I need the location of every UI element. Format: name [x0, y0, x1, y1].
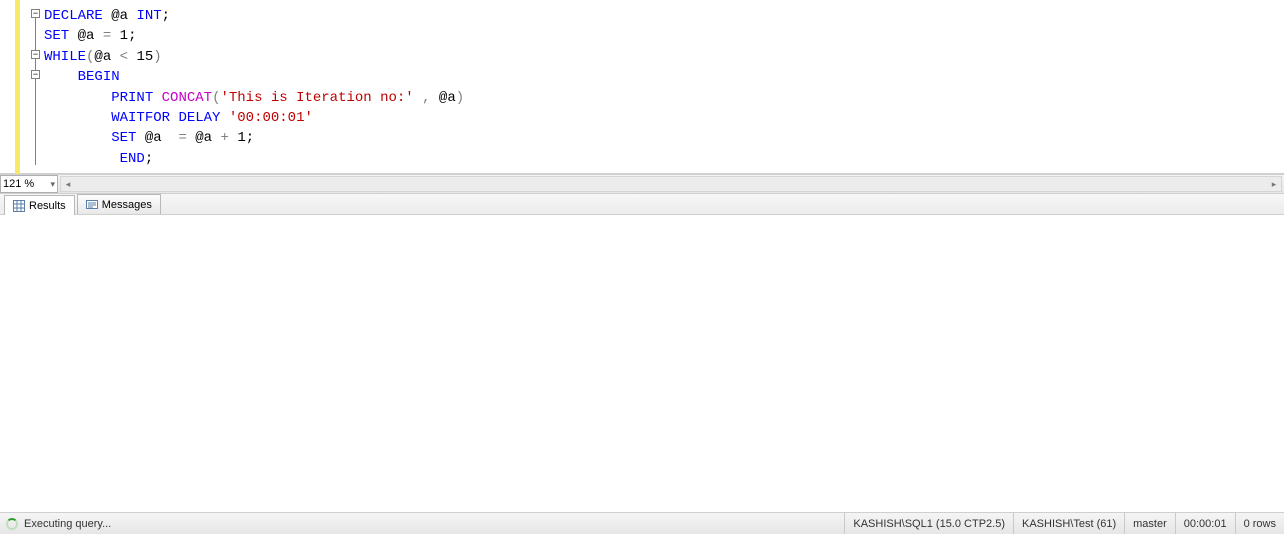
status-rows: 0 rows: [1235, 513, 1284, 534]
status-message: Executing query...: [24, 518, 111, 530]
zoom-select[interactable]: 121 % ▾: [0, 175, 58, 193]
fold-toggle[interactable]: −: [31, 50, 40, 59]
code-line[interactable]: END;: [44, 149, 1280, 169]
code-line[interactable]: WHILE(@a < 15): [44, 47, 1280, 67]
tab-messages-label: Messages: [102, 199, 152, 211]
status-server: KASHISH\SQL1 (15.0 CTP2.5): [844, 513, 1013, 534]
status-database: master: [1124, 513, 1175, 534]
fold-toggle[interactable]: −: [31, 70, 40, 79]
grid-icon: [13, 200, 25, 212]
status-login: KASHISH\Test (61): [1013, 513, 1124, 534]
code-line[interactable]: PRINT CONCAT('This is Iteration no:' , @…: [44, 88, 1280, 108]
results-panel: [0, 215, 1284, 512]
code-line[interactable]: DECLARE @a INT;: [44, 6, 1280, 26]
code-area[interactable]: DECLARE @a INT;SET @a = 1;WHILE(@a < 15)…: [44, 6, 1280, 169]
status-bar: Executing query... KASHISH\SQL1 (15.0 CT…: [0, 512, 1284, 534]
results-tabs: Results Messages: [0, 194, 1284, 215]
tab-messages[interactable]: Messages: [77, 194, 161, 214]
fold-toggle[interactable]: −: [31, 9, 40, 18]
tab-results[interactable]: Results: [4, 195, 75, 215]
code-line[interactable]: SET @a = 1;: [44, 26, 1280, 46]
zoom-bar: 121 % ▾ ◂ ▸: [0, 174, 1284, 194]
sql-editor[interactable]: − − − DECLARE @a INT;SET @a = 1;WHILE(@a <…: [0, 0, 1284, 174]
chevron-down-icon: ▾: [50, 179, 55, 190]
fold-gutter: − − −: [31, 0, 42, 174]
zoom-value: 121 %: [3, 178, 34, 190]
code-line[interactable]: SET @a = @a + 1;: [44, 128, 1280, 148]
scroll-right-arrow-icon[interactable]: ▸: [1267, 177, 1281, 191]
status-elapsed: 00:00:01: [1175, 513, 1235, 534]
messages-icon: [86, 199, 98, 211]
code-line[interactable]: BEGIN: [44, 67, 1280, 87]
spinner-icon: [6, 518, 18, 530]
tab-results-label: Results: [29, 200, 66, 212]
change-marker: [15, 0, 20, 174]
horizontal-scrollbar[interactable]: ◂ ▸: [60, 176, 1282, 192]
scroll-left-arrow-icon[interactable]: ◂: [61, 177, 75, 191]
code-line[interactable]: WAITFOR DELAY '00:00:01': [44, 108, 1280, 128]
